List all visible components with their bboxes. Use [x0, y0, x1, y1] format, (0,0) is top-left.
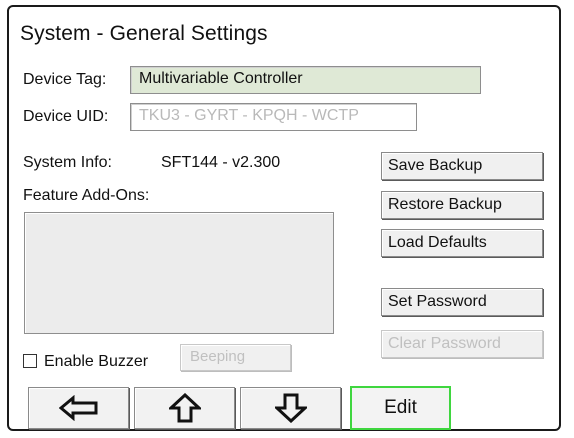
clear-password-button: Clear Password — [381, 330, 543, 358]
device-uid-field: TKU3 - GYRT - KPQH - WCTP — [130, 103, 417, 131]
back-button[interactable] — [28, 387, 129, 429]
up-arrow-icon — [168, 393, 201, 423]
save-backup-button[interactable]: Save Backup — [381, 152, 543, 180]
down-button[interactable] — [240, 387, 341, 429]
enable-buzzer-label: Enable Buzzer — [44, 353, 149, 370]
device-tag-field[interactable]: Multivariable Controller — [130, 66, 481, 94]
down-arrow-icon — [274, 393, 307, 423]
feature-addons-list[interactable] — [24, 212, 334, 334]
load-defaults-button[interactable]: Load Defaults — [381, 229, 543, 257]
enable-buzzer-checkbox[interactable] — [23, 354, 37, 368]
left-arrow-icon — [58, 395, 97, 421]
device-tag-label: Device Tag: — [23, 71, 107, 88]
edit-button[interactable]: Edit — [350, 386, 451, 430]
up-button[interactable] — [134, 387, 235, 429]
page-title: System - General Settings — [20, 22, 268, 45]
buzzer-mode-button: Beeping — [180, 344, 291, 371]
set-password-button[interactable]: Set Password — [381, 288, 543, 316]
device-uid-label: Device UID: — [23, 108, 109, 125]
feature-addons-label: Feature Add-Ons: — [23, 187, 150, 204]
restore-backup-button[interactable]: Restore Backup — [381, 191, 543, 219]
system-info-label: System Info: — [23, 154, 112, 171]
system-info-value: SFT144 - v2.300 — [161, 154, 281, 171]
